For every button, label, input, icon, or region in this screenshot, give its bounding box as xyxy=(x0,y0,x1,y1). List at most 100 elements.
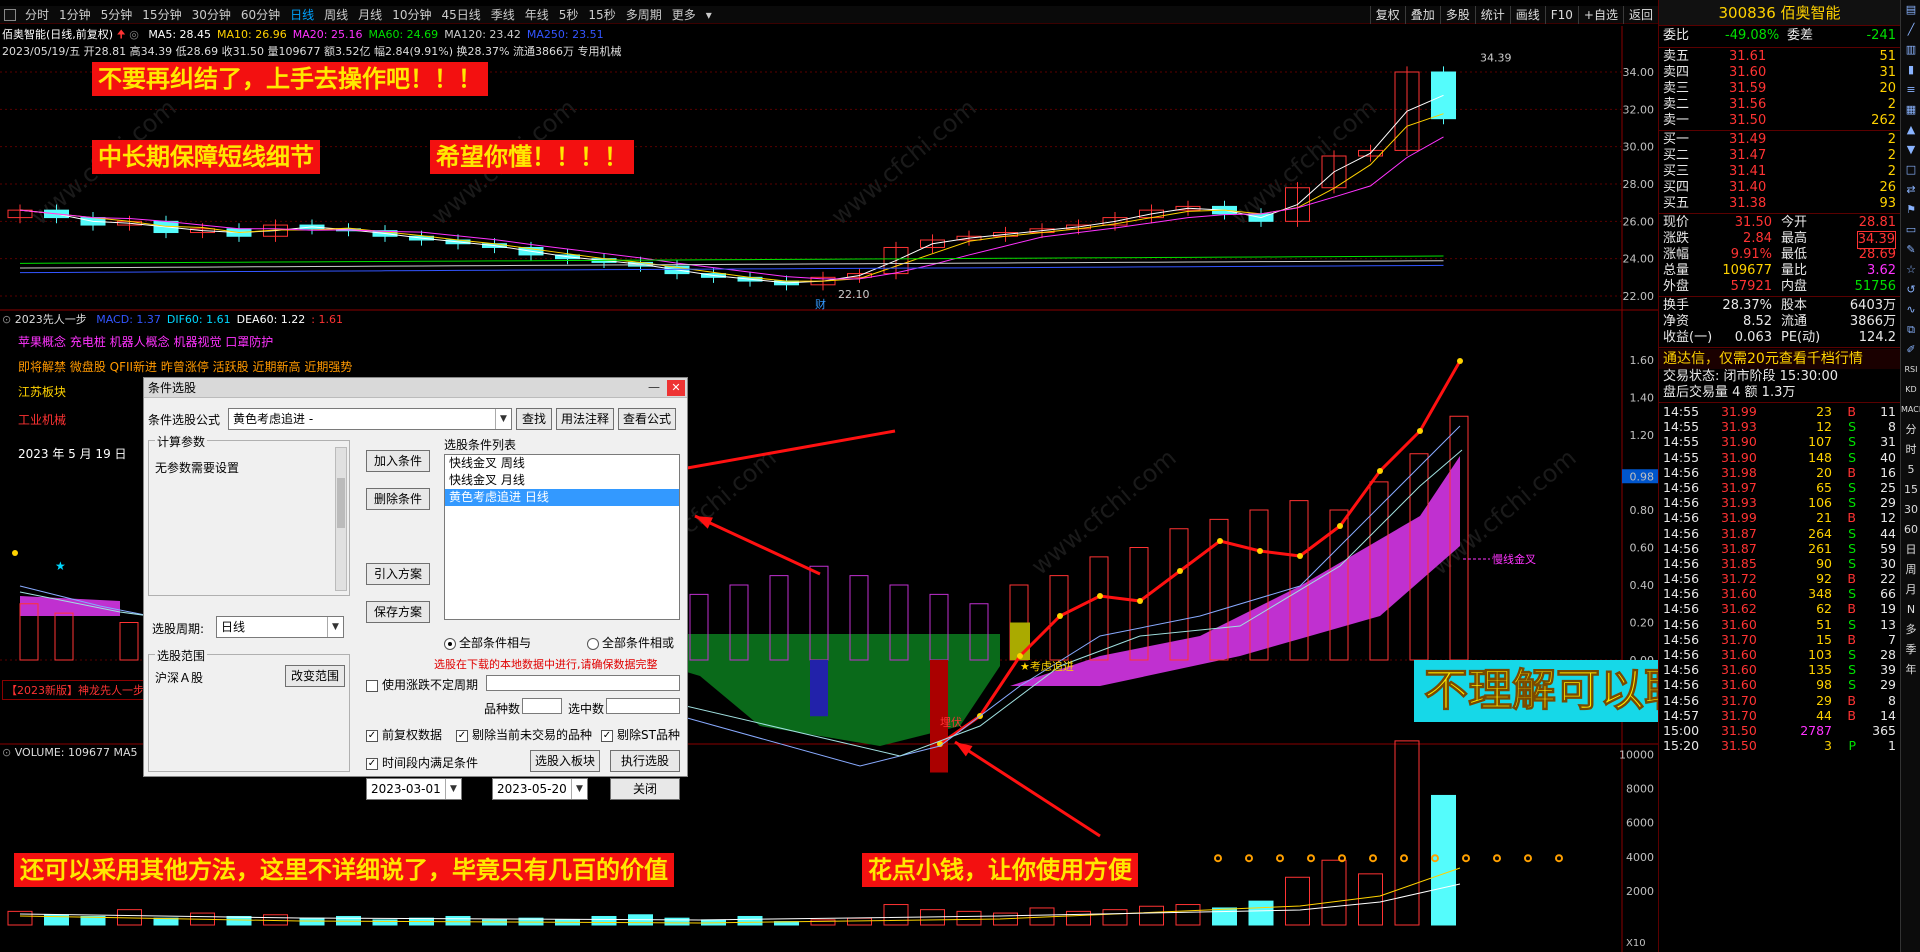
usage-notes-button[interactable]: 用法注释 xyxy=(556,408,614,430)
unfixed-period-field[interactable] xyxy=(486,675,680,691)
pen-icon[interactable]: ✎ xyxy=(1901,240,1920,260)
wave-icon[interactable]: ∿ xyxy=(1901,300,1920,320)
after-hours-row: 盘后交易量 4 额 1.3万 xyxy=(1659,385,1900,401)
save-scheme-button[interactable]: 保存方案 xyxy=(366,601,430,623)
add-condition-button[interactable]: 加入条件 xyxy=(366,450,430,472)
period-5秒[interactable]: 5秒 xyxy=(554,6,584,24)
period-10分钟[interactable]: 10分钟 xyxy=(387,6,436,24)
period-shortcut[interactable]: 多 xyxy=(1901,620,1920,640)
radio-or[interactable]: 全部条件相或 xyxy=(587,634,674,651)
indicator-KD[interactable]: KD xyxy=(1901,380,1920,400)
tool-+自选[interactable]: +自选 xyxy=(1577,6,1623,24)
import-scheme-button[interactable]: 引入方案 xyxy=(366,563,430,585)
list-icon[interactable]: ≡ xyxy=(1901,80,1920,100)
indicator-RSI[interactable]: RSI xyxy=(1901,360,1920,380)
condition-item[interactable]: 快线金叉 月线 xyxy=(445,472,679,489)
tick-time: 14:55 xyxy=(1663,449,1700,465)
chk-remove-untrading[interactable]: ✓ 剔除当前未交易的品种 xyxy=(456,726,592,743)
calc-params-group: 计算参数 无参数需要设置 xyxy=(148,433,350,596)
bar-icon[interactable]: ▥ xyxy=(1901,40,1920,60)
chk-period-satisfy[interactable]: ✓ 时间段内满足条件 xyxy=(366,754,478,771)
kline-icon[interactable]: ▮ xyxy=(1901,60,1920,80)
strategy-label[interactable]: 【2023新版】神龙先人一步 xyxy=(2,680,148,700)
period-分时[interactable]: 分时 xyxy=(20,6,54,24)
notice-row[interactable]: 通达信，仅需20元查看千档行情 xyxy=(1659,349,1900,369)
indicator-MACD[interactable]: MACD xyxy=(1901,400,1920,420)
radio-and[interactable]: 全部条件相与 xyxy=(444,634,531,651)
indicator-toggle-icon[interactable]: ⊙ xyxy=(2,313,11,326)
to-block-button[interactable]: 选股入板块 xyxy=(530,750,600,772)
tick-count: 29 xyxy=(1880,677,1896,693)
period-shortcut[interactable]: 周 xyxy=(1901,560,1920,580)
period-shortcut[interactable]: 60 xyxy=(1901,520,1920,540)
period-45日线[interactable]: 45日线 xyxy=(436,6,485,24)
period-日线[interactable]: 日线 xyxy=(285,6,319,24)
toolbar-checkbox[interactable] xyxy=(4,8,16,21)
down-icon[interactable]: ▼ xyxy=(1901,140,1920,160)
box-icon[interactable]: □ xyxy=(1901,160,1920,180)
star-icon[interactable]: ☆ xyxy=(1901,260,1920,280)
period-shortcut[interactable]: 月 xyxy=(1901,580,1920,600)
period-select[interactable]: 日线 ▼ xyxy=(216,616,344,638)
delete-condition-button[interactable]: 删除条件 xyxy=(366,488,430,510)
compare-icon[interactable]: ⇄ xyxy=(1901,180,1920,200)
note-icon[interactable]: ✐ xyxy=(1901,340,1920,360)
period-15分钟[interactable]: 15分钟 xyxy=(137,6,186,24)
condition-item[interactable]: 快线金叉 周线 xyxy=(445,455,679,472)
period-1分钟[interactable]: 1分钟 xyxy=(54,6,96,24)
period-15秒[interactable]: 15秒 xyxy=(583,6,620,24)
tool-复权[interactable]: 复权 xyxy=(1369,6,1405,24)
period-多周期[interactable]: 多周期 xyxy=(621,6,667,24)
params-scrollbar[interactable] xyxy=(335,447,347,591)
period-60分钟[interactable]: 60分钟 xyxy=(236,6,285,24)
period-周线[interactable]: 周线 xyxy=(319,6,353,24)
line-icon[interactable]: ╱ xyxy=(1901,20,1920,40)
period-5分钟[interactable]: 5分钟 xyxy=(96,6,138,24)
formula-select[interactable]: 黄色考虑追进 - ▼ xyxy=(228,408,512,430)
period-shortcut[interactable]: 季 xyxy=(1901,640,1920,660)
period-shortcut[interactable]: 30 xyxy=(1901,500,1920,520)
tool-画线[interactable]: 画线 xyxy=(1509,6,1545,24)
condition-list[interactable]: 快线金叉 周线 快线金叉 月线 黄色考虑追进 日线 xyxy=(444,454,680,620)
period-shortcut[interactable]: 时 xyxy=(1901,440,1920,460)
period-30分钟[interactable]: 30分钟 xyxy=(187,6,236,24)
up-icon[interactable]: ▲ xyxy=(1901,120,1920,140)
tool-多股[interactable]: 多股 xyxy=(1439,6,1475,24)
period-季线[interactable]: 季线 xyxy=(486,6,520,24)
stack-icon[interactable]: ⧉ xyxy=(1901,320,1920,340)
period-月线[interactable]: 月线 xyxy=(353,6,387,24)
more-chevron-icon[interactable]: ▾ xyxy=(701,6,717,24)
minimize-icon[interactable]: — xyxy=(645,380,663,396)
view-formula-button[interactable]: 查看公式 xyxy=(618,408,676,430)
grid-icon[interactable]: ▦ xyxy=(1901,100,1920,120)
tool-统计[interactable]: 统计 xyxy=(1474,6,1510,24)
date-from-field[interactable]: 2023-03-01 ▼ xyxy=(366,778,462,800)
tool-叠加[interactable]: 叠加 xyxy=(1404,6,1440,24)
change-range-button[interactable]: 改变范围 xyxy=(285,665,345,687)
period-shortcut[interactable]: 分 xyxy=(1901,420,1920,440)
tool-F10[interactable]: F10 xyxy=(1544,6,1578,24)
period-shortcut[interactable]: 15 xyxy=(1901,480,1920,500)
period-更多[interactable]: 更多 xyxy=(667,6,701,24)
condition-item[interactable]: 黄色考虑追进 日线 xyxy=(445,489,679,506)
find-button[interactable]: 查找 xyxy=(516,408,552,430)
close-icon[interactable]: ✕ xyxy=(667,380,685,396)
settings-icon[interactable]: ◎ xyxy=(129,28,139,41)
volume-toggle-icon[interactable]: ⊙ xyxy=(2,746,11,759)
tool-返回[interactable]: 返回 xyxy=(1622,6,1658,24)
period-年线[interactable]: 年线 xyxy=(520,6,554,24)
close-button[interactable]: 关闭 xyxy=(610,778,680,800)
execute-button[interactable]: 执行选股 xyxy=(610,750,680,772)
period-shortcut[interactable]: 年 xyxy=(1901,660,1920,680)
period-shortcut[interactable]: 日 xyxy=(1901,540,1920,560)
chart-icon[interactable]: ▤ xyxy=(1901,0,1920,20)
date-to-field[interactable]: 2023-05-20 ▼ xyxy=(492,778,588,800)
period-shortcut[interactable]: N xyxy=(1901,600,1920,620)
chk-pre-adjust[interactable]: ✓ 前复权数据 xyxy=(366,726,442,743)
flag-icon[interactable]: ⚑ xyxy=(1901,200,1920,220)
chk-unfixed-period[interactable]: 使用涨跌不定周期 xyxy=(366,676,478,693)
undo-icon[interactable]: ↺ xyxy=(1901,280,1920,300)
chk-remove-st[interactable]: ✓ 剔除ST品种 xyxy=(601,726,680,743)
save-icon[interactable]: ▭ xyxy=(1901,220,1920,240)
period-shortcut[interactable]: 5 xyxy=(1901,460,1920,480)
